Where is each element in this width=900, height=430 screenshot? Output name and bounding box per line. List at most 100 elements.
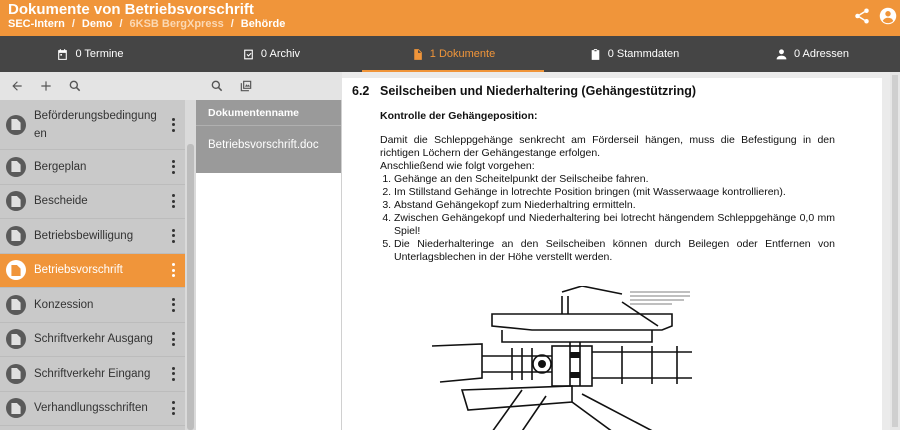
category-toolbar [0, 72, 196, 100]
gallery-button[interactable] [237, 77, 255, 95]
category-list: Beförderungsbedingungen Bergeplan Besche… [0, 100, 185, 430]
document-page: 6.2 Seilscheiben und Niederhaltering (Geh… [342, 78, 882, 430]
app-header: Dokumente von Betriebsvorschrift SEC-Int… [0, 0, 900, 36]
document-icon [6, 191, 26, 212]
document-subheading: Kontrolle der Gehängeposition: [380, 110, 538, 122]
page-title: Dokumente von Betriebsvorschrift [8, 1, 254, 18]
tab-label: 1 Dokumente [429, 48, 496, 60]
list-item[interactable]: Betriebsbewilligung [0, 219, 185, 254]
back-button[interactable] [8, 77, 26, 95]
section-title: Seilscheiben und Niederhaltering (Gehäng… [380, 84, 697, 98]
document-icon [6, 294, 26, 315]
list-item-label: Betriebsvorschrift [34, 264, 123, 277]
add-button[interactable] [37, 77, 55, 95]
more-vert-icon[interactable] [169, 117, 177, 133]
list-item[interactable]: Verhandlungsschriften [0, 392, 185, 426]
person-icon [776, 48, 787, 59]
search-button[interactable] [208, 77, 226, 95]
share-icon[interactable] [853, 7, 871, 25]
tab-archiv[interactable]: 0 Archiv [180, 36, 362, 72]
more-vert-icon[interactable] [169, 297, 177, 313]
breadcrumb-item[interactable]: Behörde [241, 18, 286, 30]
list-item-label: Schriftverkehr Ausgang [34, 333, 153, 346]
more-vert-icon[interactable] [169, 159, 177, 175]
list-item[interactable]: Schriftverkehr Eingang [0, 357, 185, 392]
technical-drawing [431, 286, 692, 430]
document-icon [6, 398, 26, 419]
document-steps: Gehänge an den Scheitelpunkt der Seilsch… [380, 173, 835, 264]
document-step: Abstand Gehängekopf zum Niederhaltring e… [394, 199, 835, 212]
breadcrumb: SEC-Intern / Demo / 6KSB BergXpress / Be… [8, 18, 285, 30]
document-icon [6, 114, 26, 135]
list-item[interactable]: Konzession [0, 288, 185, 323]
account-icon[interactable] [879, 7, 897, 25]
list-item-label: Beförderungsbedingungen [34, 109, 157, 140]
document-paragraph: Damit die Schleppgehänge senkrecht am Fö… [380, 134, 835, 159]
breadcrumb-separator: / [71, 18, 75, 30]
document-icon [6, 225, 26, 246]
scrollbar-thumb[interactable] [187, 144, 194, 430]
document-step: Gehänge an den Scheitelpunkt der Seilsch… [394, 173, 835, 186]
document-paragraph: Anschließend wie folgt vorgehen: [380, 160, 535, 172]
document-icon [414, 48, 422, 60]
list-item-label: Schriftverkehr Eingang [34, 367, 151, 380]
list-item-label: Bescheide [34, 195, 88, 208]
more-vert-icon[interactable] [169, 366, 177, 382]
search-button[interactable] [66, 77, 84, 95]
document-step: Zwischen Gehängekopf und Niederhaltering… [394, 212, 835, 238]
search-icon [69, 80, 81, 92]
documents-toolbar [196, 72, 342, 100]
add-icon [41, 81, 51, 91]
scrollbar-thumb[interactable] [892, 75, 898, 427]
tab-label: 0 Termine [75, 48, 124, 60]
calendar-icon [58, 48, 68, 60]
document-step: Im Stillstand Gehänge in lotrechte Posit… [394, 186, 835, 199]
clipboard-icon [591, 48, 600, 60]
more-vert-icon[interactable] [169, 228, 177, 244]
document-icon [6, 260, 26, 281]
more-vert-icon[interactable] [169, 193, 177, 209]
tab-dokumente[interactable]: 1 Dokumente [362, 36, 544, 72]
tab-label: 0 Adressen [793, 48, 850, 60]
list-item-label: Konzession [34, 298, 94, 311]
section-heading: 6.2 Seilscheiben und Niederhaltering (Geh… [352, 84, 696, 98]
section-number: 6.2 [352, 84, 370, 98]
document-icon [6, 363, 26, 384]
document-scrollbar[interactable] [890, 72, 900, 430]
tab-stammdaten[interactable]: 0 Stammdaten [544, 36, 724, 72]
document-body: Damit die Schleppgehänge senkrecht am Fö… [380, 134, 835, 264]
back-arrow-icon [12, 81, 22, 91]
document-icon [6, 329, 26, 350]
documents-table: Dokumentenname Betriebsvorschrift.doc [196, 100, 342, 430]
list-item[interactable]: Beförderungsbedingungen [0, 100, 185, 150]
list-item[interactable]: Bescheide [0, 185, 185, 219]
list-item-label: Bergeplan [34, 160, 87, 173]
breadcrumb-item[interactable]: SEC-Intern [8, 18, 65, 30]
list-item[interactable]: Bergeplan [0, 150, 185, 185]
document-step: Die Niederhalteringe an den Seilscheiben… [394, 238, 835, 264]
breadcrumb-item[interactable]: 6KSB BergXpress [130, 18, 224, 30]
breadcrumb-separator: / [230, 18, 234, 30]
tab-label: 0 Stammdaten [607, 48, 680, 60]
list-item-selected[interactable]: Betriebsvorschrift [0, 253, 185, 288]
gallery-icon [240, 80, 252, 92]
archive-check-icon [244, 49, 253, 59]
table-row[interactable]: Betriebsvorschrift.doc [196, 125, 341, 173]
list-item-label: Betriebsbewilligung [34, 229, 134, 242]
document-viewer: 6.2 Seilscheiben und Niederhaltering (Geh… [342, 72, 900, 430]
list-item-label: Verhandlungsschriften [34, 402, 148, 415]
search-icon [211, 80, 223, 92]
tab-adressen[interactable]: 0 Adressen [724, 36, 900, 72]
more-vert-icon[interactable] [169, 331, 177, 347]
more-vert-icon[interactable] [169, 262, 177, 278]
document-icon [6, 156, 26, 177]
list-item[interactable]: Schriftverkehr Ausgang [0, 323, 185, 357]
tab-label: 0 Archiv [260, 48, 301, 60]
breadcrumb-separator: / [119, 18, 123, 30]
tab-bar: 0 Termine 0 Archiv 1 Dokumente 0 Stammda… [0, 36, 900, 72]
column-header[interactable]: Dokumentenname [196, 100, 341, 125]
tab-termine[interactable]: 0 Termine [0, 36, 180, 72]
more-vert-icon[interactable] [169, 400, 177, 416]
category-list-scrollbar[interactable] [185, 100, 196, 430]
breadcrumb-item[interactable]: Demo [82, 18, 113, 30]
